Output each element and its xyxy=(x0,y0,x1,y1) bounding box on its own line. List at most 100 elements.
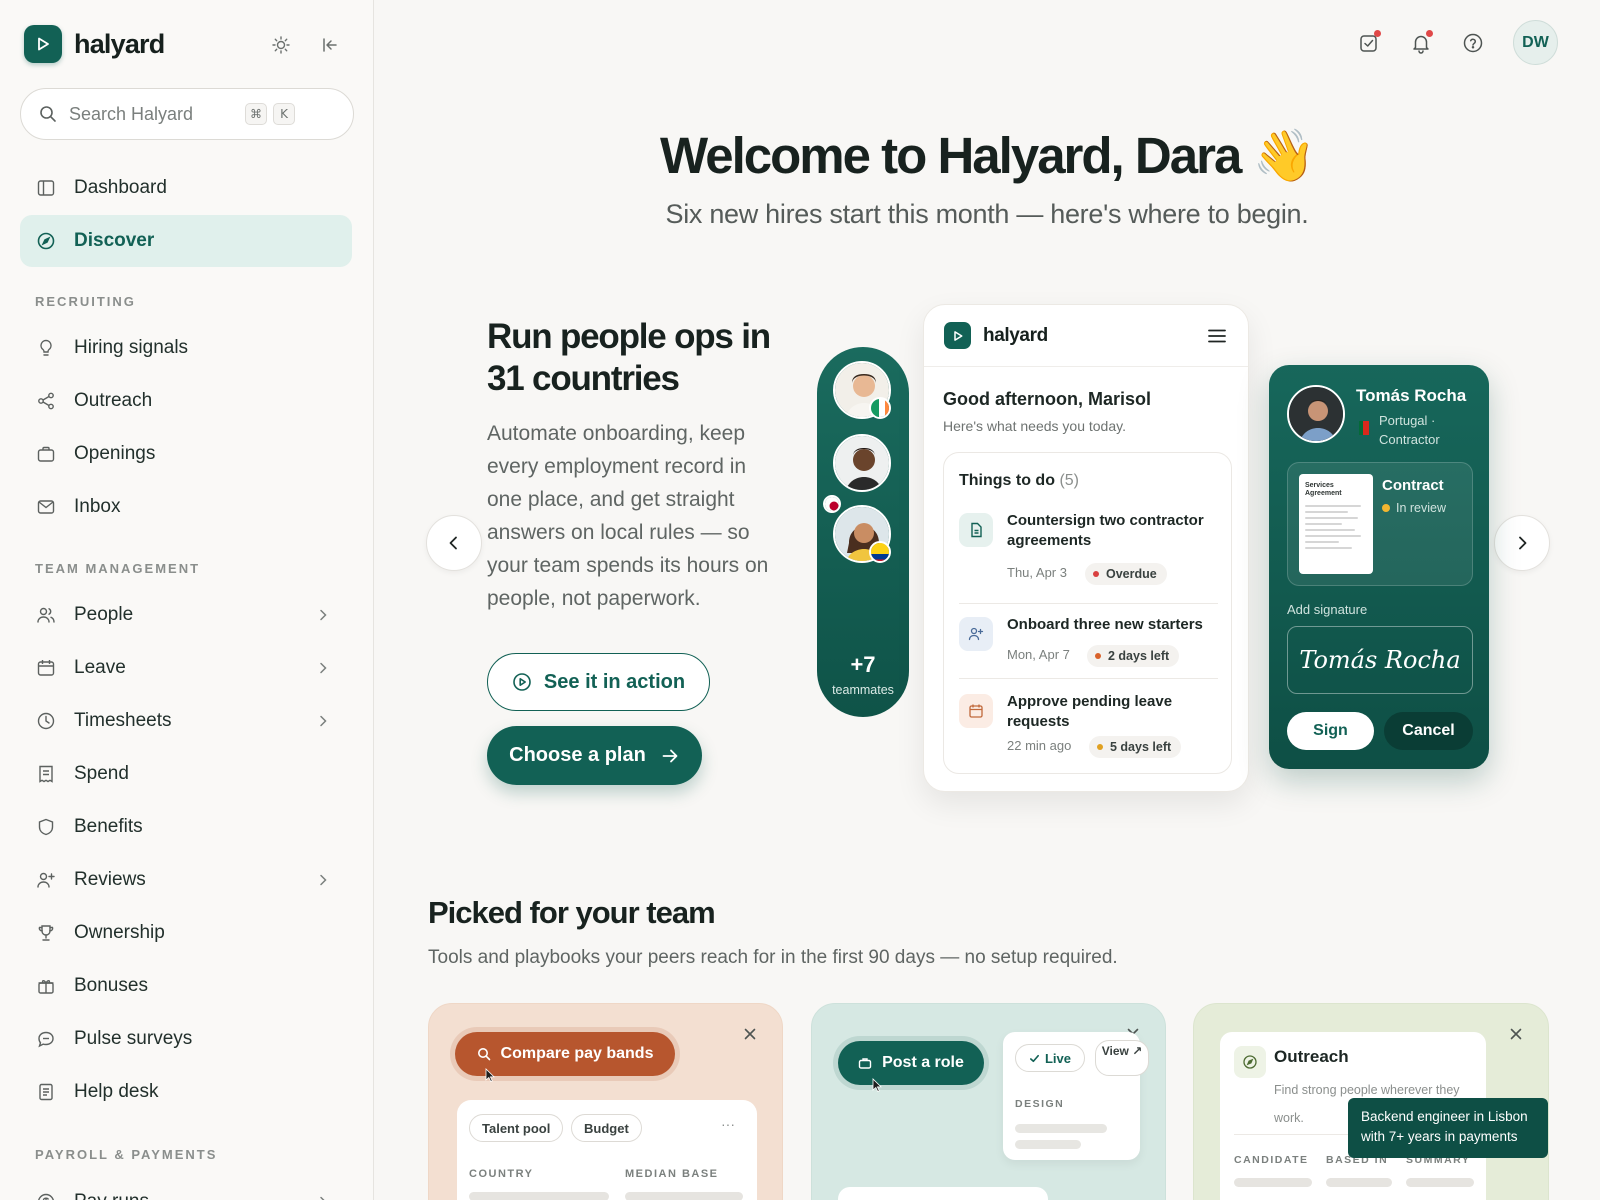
view-button[interactable]: View ↗ xyxy=(1095,1040,1149,1076)
page-title: Welcome to Halyard, Dara 👋 xyxy=(660,127,1316,184)
nav-item-pay-runs[interactable]: Pay runs xyxy=(20,1176,352,1200)
cursor-icon xyxy=(872,1078,882,1092)
todo-item-date: 22 min ago xyxy=(1007,738,1072,753)
nav-item-timesheets[interactable]: Timesheets xyxy=(20,695,352,747)
contract-label: Contract xyxy=(1382,477,1444,494)
nav-item-openings[interactable]: Openings xyxy=(20,428,352,480)
contractor-meta: Portugal · Contractor xyxy=(1379,413,1440,447)
check-icon xyxy=(1029,1054,1039,1062)
calendar-icon xyxy=(37,660,55,676)
users-icon xyxy=(37,607,55,623)
shortcut-key-k: K xyxy=(273,103,295,125)
outreach-icon-badge xyxy=(1234,1046,1266,1078)
search-input[interactable] xyxy=(69,103,239,125)
search-bar[interactable]: ⌘ K xyxy=(20,88,354,140)
briefcase-icon xyxy=(37,446,55,462)
document-thumbnail: Services Agreement xyxy=(1299,474,1373,574)
japan-flag-icon xyxy=(823,495,841,513)
placeholder-bar xyxy=(1015,1124,1107,1133)
placeholder-bar xyxy=(1326,1178,1392,1187)
contract-document[interactable]: Services Agreement Contract In review xyxy=(1287,462,1473,586)
cancel-button[interactable]: Cancel xyxy=(1384,712,1473,750)
nav-item-leave[interactable]: Leave xyxy=(20,642,352,694)
theme-toggle-button[interactable] xyxy=(268,32,294,58)
status-dot xyxy=(1382,504,1390,512)
todo-list: Things to do (5) Countersign two contrac… xyxy=(943,452,1232,774)
chevron-right-icon xyxy=(320,715,327,727)
divider xyxy=(959,603,1218,604)
brand[interactable]: halyard xyxy=(24,25,165,63)
see-it-in-action-button[interactable]: See it in action xyxy=(487,653,710,711)
calendar-icon xyxy=(969,704,983,718)
nav-item-pulse-surveys[interactable]: Pulse surveys xyxy=(20,1013,352,1065)
compare-pay-bands-tile[interactable]: Compare pay bands Talent pool Budget ···… xyxy=(428,1003,783,1200)
help-button[interactable] xyxy=(1458,28,1488,58)
placeholder-bar xyxy=(625,1192,743,1200)
post-a-role-button[interactable]: Post a role xyxy=(838,1041,984,1085)
todo-item[interactable]: Countersign two contractor agreements Th… xyxy=(959,511,1218,591)
close-icon[interactable] xyxy=(742,1026,758,1042)
nav-item-label: Hiring signals xyxy=(74,337,189,358)
nav-item-bonuses[interactable]: Bonuses xyxy=(20,960,352,1012)
compare-pay-bands-label: Compare pay bands xyxy=(500,1045,654,1062)
todo-item[interactable]: Approve pending leave requests 22 min ag… xyxy=(959,692,1218,766)
todo-count: (5) xyxy=(1059,472,1079,489)
live-status-pill[interactable]: Live xyxy=(1015,1044,1085,1072)
nav-item-reviews[interactable]: Reviews xyxy=(20,854,352,906)
filter-chip-talent-pool[interactable]: Talent pool xyxy=(469,1114,564,1142)
see-it-in-action-label: See it in action xyxy=(543,670,686,693)
nav-item-label: Openings xyxy=(74,443,156,464)
teammate-avatar[interactable] xyxy=(833,434,891,492)
nav-item-hiring-signals[interactable]: Hiring signals xyxy=(20,322,352,374)
outreach-tile[interactable]: Outreach Find strong people wherever the… xyxy=(1193,1003,1549,1200)
chevron-right-icon xyxy=(1519,536,1527,550)
money-icon xyxy=(38,1193,54,1200)
tasks-button[interactable] xyxy=(1354,28,1384,58)
nav-item-discover[interactable]: Discover xyxy=(20,215,352,267)
nav-item-dashboard[interactable]: Dashboard xyxy=(20,162,352,214)
nav-item-ownership[interactable]: Ownership xyxy=(20,907,352,959)
filter-chip-budget[interactable]: Budget xyxy=(571,1114,642,1142)
nav-item-label: Pulse surveys xyxy=(74,1028,193,1049)
signature-field[interactable]: Tomás Rocha xyxy=(1287,626,1473,694)
nav-item-help-desk[interactable]: Help desk xyxy=(20,1066,352,1118)
receipt-icon xyxy=(39,765,53,783)
live-label: Live xyxy=(1044,1050,1071,1066)
nav-item-label: Leave xyxy=(74,657,126,678)
choose-plan-button[interactable]: Choose a plan xyxy=(487,726,702,785)
nav-item-spend[interactable]: Spend xyxy=(20,748,352,800)
chat-icon xyxy=(38,1031,54,1048)
todo-item[interactable]: Onboard three new starters Mon, Apr 7 2 … xyxy=(959,615,1218,675)
nav-item-outreach[interactable]: Outreach xyxy=(20,375,352,427)
sign-button[interactable]: Sign xyxy=(1287,712,1374,750)
colombia-flag-icon xyxy=(869,541,891,563)
nav-item-people[interactable]: People xyxy=(20,589,352,641)
chevron-right-icon xyxy=(320,874,327,886)
todo-title-text: Things to do xyxy=(959,472,1055,489)
nav-item-benefits[interactable]: Benefits xyxy=(20,801,352,853)
app-preview-card: halyard Good afternoon, Marisol Here's w… xyxy=(923,304,1249,792)
nav-item-inbox[interactable]: Inbox xyxy=(20,481,352,533)
post-a-role-label: Post a role xyxy=(882,1054,964,1071)
document-icon xyxy=(39,1083,53,1101)
trophy-icon xyxy=(38,925,54,941)
hamburger-menu-icon[interactable] xyxy=(1206,325,1228,347)
status-text: 2 days left xyxy=(1108,649,1170,663)
notifications-button[interactable] xyxy=(1406,28,1436,58)
more-options-icon[interactable]: ··· xyxy=(721,1116,735,1132)
post-a-role-tile[interactable]: Post a role Live View ↗ DESIGN xyxy=(811,1003,1166,1200)
todo-icon xyxy=(959,617,993,651)
carousel-prev-button[interactable] xyxy=(426,515,482,571)
contractor-avatar xyxy=(1287,385,1345,443)
user-avatar[interactable]: DW xyxy=(1513,20,1558,65)
nav-item-label: Discover xyxy=(74,230,155,251)
play-icon xyxy=(953,330,962,341)
search-icon xyxy=(40,106,56,122)
close-icon[interactable] xyxy=(1508,1026,1524,1042)
carousel-next-button[interactable] xyxy=(1494,515,1550,571)
promo-title: Run people ops in 31 countries xyxy=(487,317,771,398)
sun-icon xyxy=(272,36,290,54)
status-dot xyxy=(1093,571,1099,577)
mail-icon xyxy=(37,500,55,514)
collapse-sidebar-button[interactable] xyxy=(317,32,343,58)
